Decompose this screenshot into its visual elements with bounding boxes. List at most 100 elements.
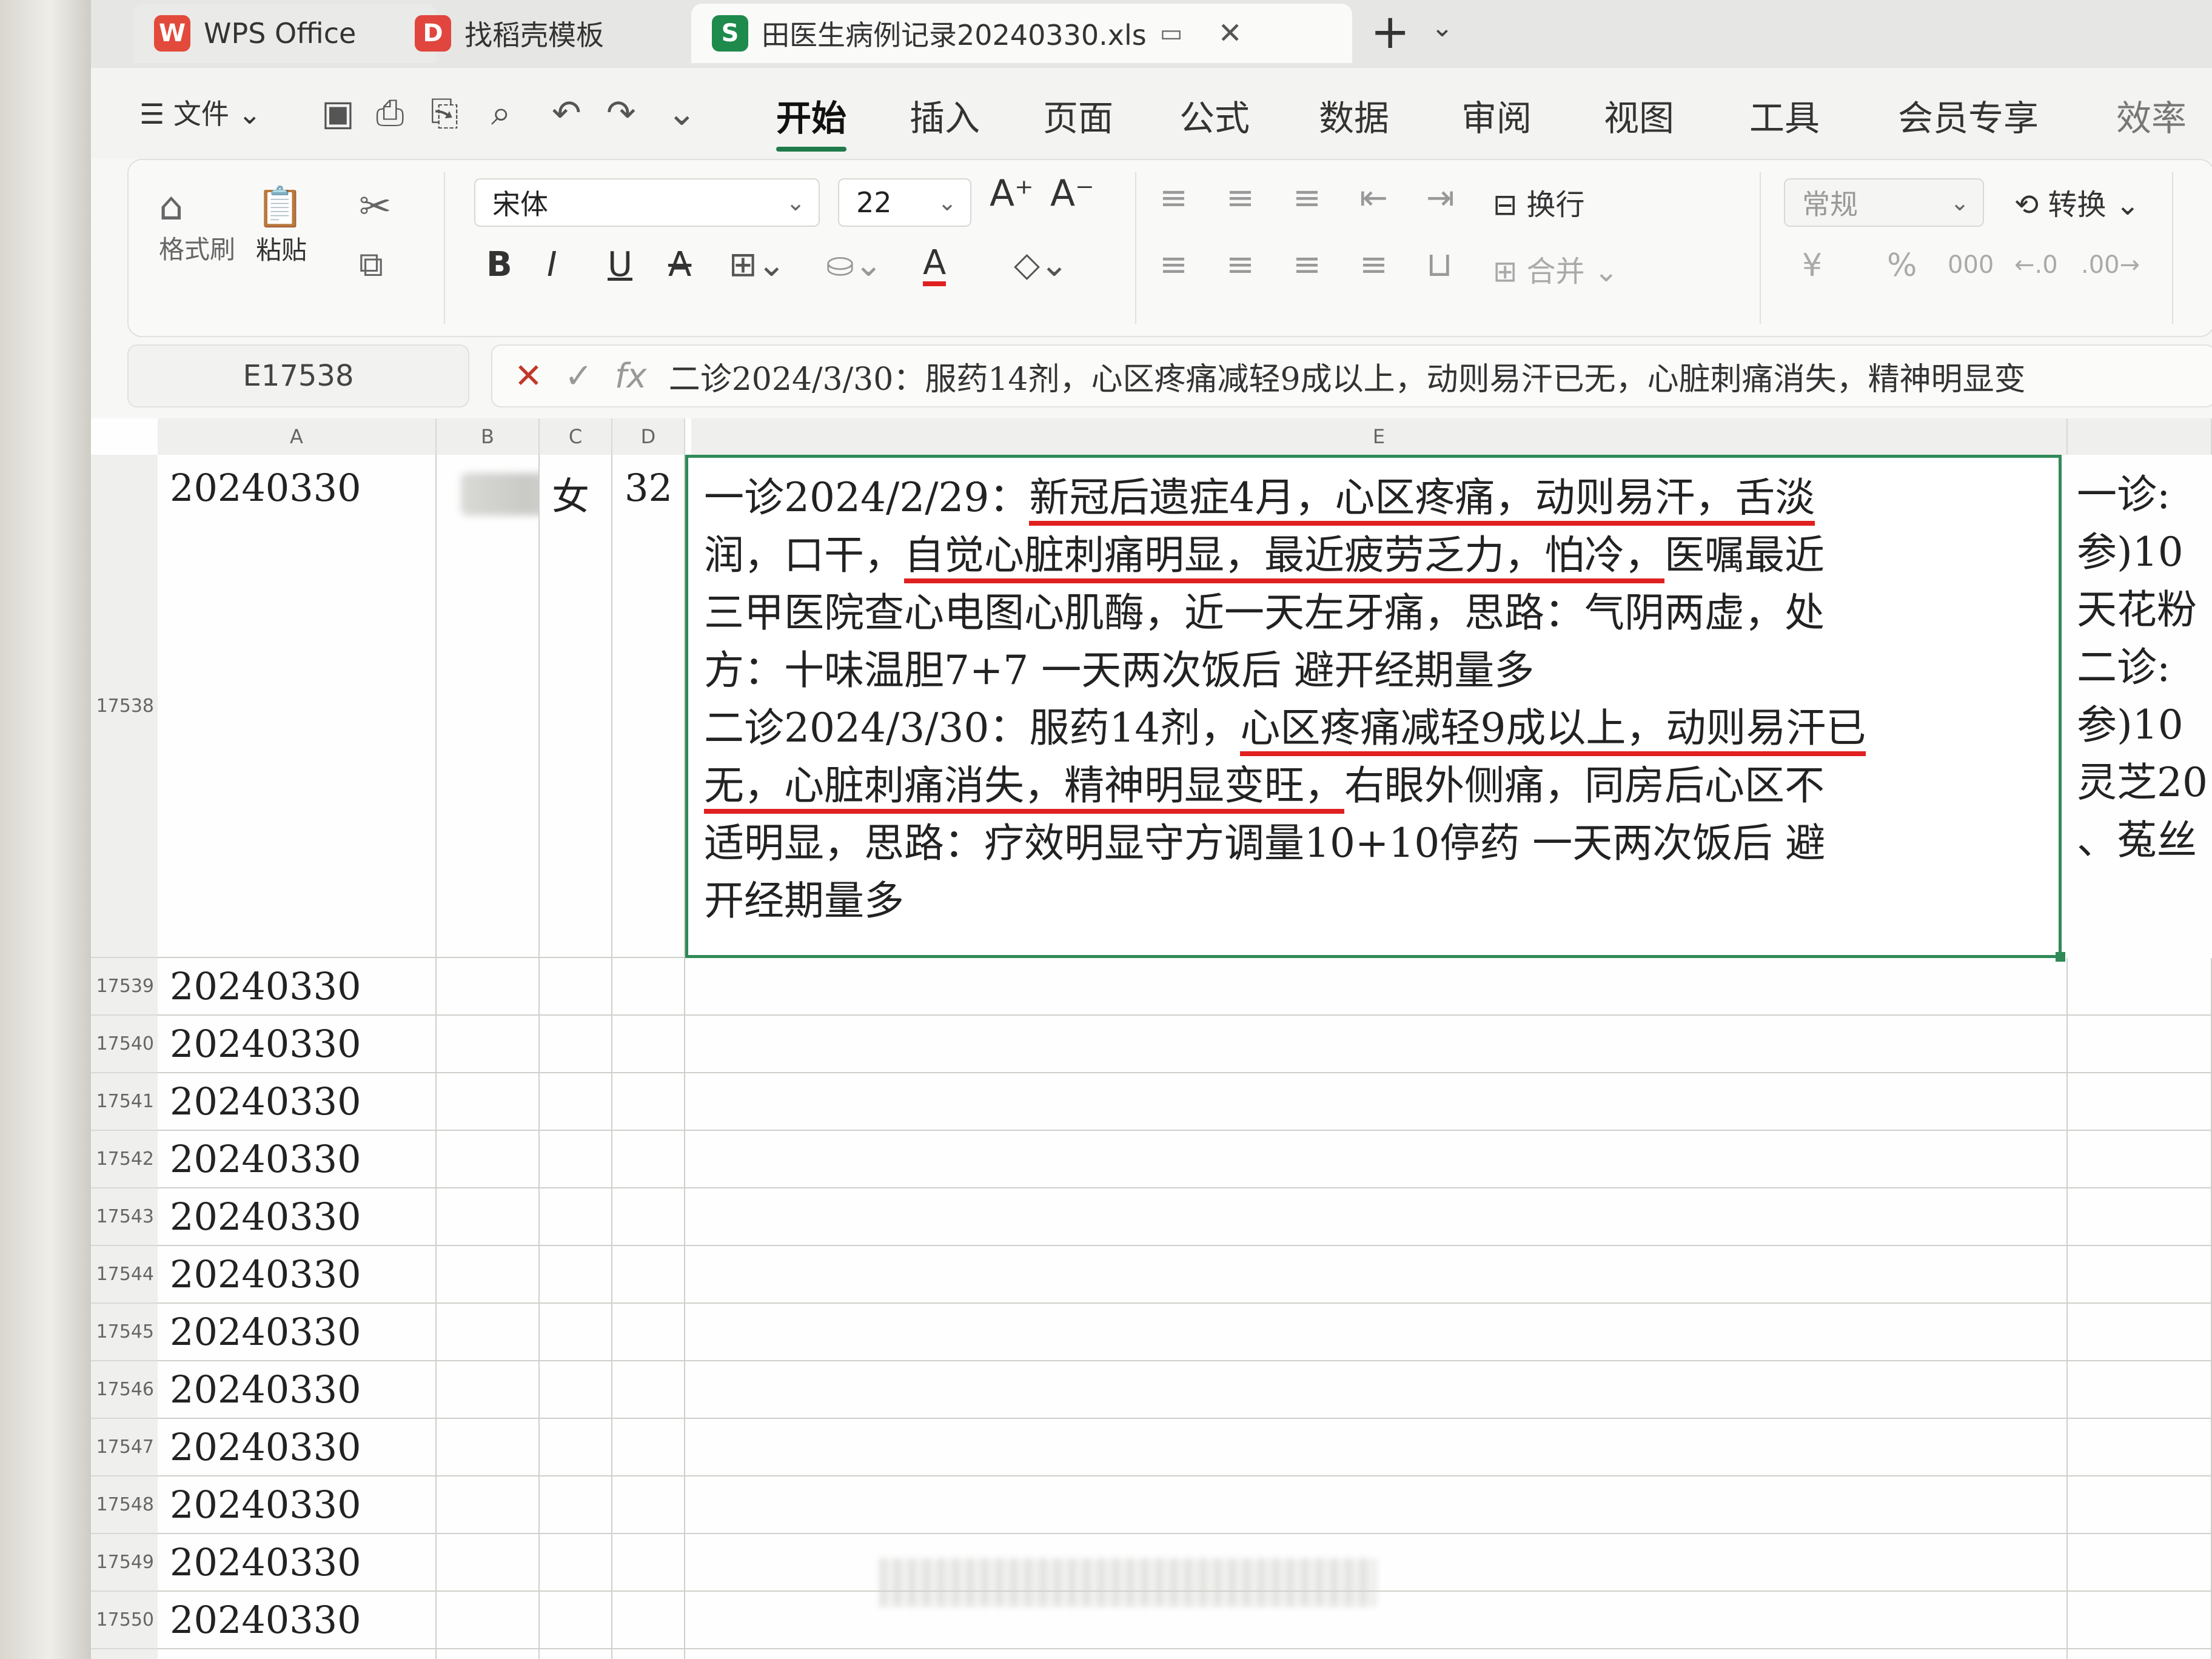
increase-font-button[interactable]: A⁺ bbox=[990, 172, 1034, 215]
distribute-icon[interactable]: ⊔ bbox=[1426, 245, 1453, 284]
empty-cell[interactable] bbox=[437, 1073, 540, 1131]
row-header[interactable]: 17545 bbox=[91, 1304, 158, 1361]
date-cell[interactable]: 20240330 bbox=[158, 1188, 437, 1246]
empty-cell[interactable] bbox=[612, 1188, 685, 1246]
row-header[interactable]: 17541 bbox=[91, 1073, 158, 1131]
empty-cell[interactable] bbox=[685, 1131, 2068, 1188]
spreadsheet-grid[interactable]: A B C E 17538 20240330 女 一诊2024/2/29：新冠后… bbox=[91, 418, 2212, 1659]
empty-cell[interactable] bbox=[612, 1073, 685, 1131]
empty-cell[interactable] bbox=[2068, 1419, 2212, 1476]
empty-cell[interactable] bbox=[437, 1246, 540, 1304]
menu-view[interactable]: 视图 bbox=[1604, 90, 1674, 141]
print-icon[interactable]: ⎘ bbox=[431, 92, 458, 134]
thousands-button[interactable]: 000 bbox=[1948, 251, 1994, 279]
empty-cell[interactable] bbox=[2068, 1131, 2212, 1188]
empty-cell[interactable] bbox=[2068, 1361, 2212, 1419]
cancel-icon[interactable]: ✕ bbox=[514, 357, 543, 396]
chevron-down-icon[interactable]: ⌄ bbox=[1431, 12, 1453, 43]
monitor-icon[interactable]: ▭ bbox=[1160, 19, 1183, 47]
empty-cell[interactable] bbox=[2068, 1304, 2212, 1361]
empty-cell[interactable] bbox=[437, 1476, 540, 1534]
name-box[interactable]: E17538 bbox=[127, 344, 469, 407]
border-icon[interactable]: ⊞⌄ bbox=[729, 245, 786, 284]
date-cell[interactable]: 20240330 bbox=[158, 1419, 437, 1476]
cut-button[interactable]: ✂ bbox=[359, 184, 392, 229]
menu-member[interactable]: 会员专享 bbox=[1898, 90, 2039, 141]
empty-cell[interactable] bbox=[540, 1131, 612, 1188]
empty-cell[interactable] bbox=[437, 1188, 540, 1246]
chevron-down-icon[interactable]: ⌄ bbox=[667, 92, 697, 133]
empty-cell[interactable] bbox=[612, 1016, 685, 1073]
indent-decrease-icon[interactable]: ⇤ bbox=[1359, 178, 1388, 218]
empty-cell[interactable] bbox=[540, 1016, 612, 1073]
align-center-icon[interactable]: ≡ bbox=[1226, 245, 1255, 284]
column-header-f[interactable] bbox=[2068, 418, 2212, 455]
font-size-select[interactable]: 22 ⌄ bbox=[838, 178, 971, 227]
empty-cell[interactable] bbox=[2068, 958, 2212, 1016]
gender-cell[interactable]: 女 bbox=[540, 455, 612, 958]
empty-cell[interactable] bbox=[437, 1419, 540, 1476]
row-header[interactable]: 17546 bbox=[91, 1361, 158, 1419]
date-cell[interactable]: 20240330 bbox=[158, 1304, 437, 1361]
empty-cell[interactable] bbox=[540, 1188, 612, 1246]
number-format-select[interactable]: 常规 ⌄ bbox=[1784, 178, 1984, 227]
menu-formula[interactable]: 公式 bbox=[1179, 90, 1250, 141]
empty-cell[interactable] bbox=[612, 958, 685, 1016]
column-header-a[interactable]: A bbox=[158, 418, 437, 455]
save-icon[interactable]: ▣ bbox=[321, 92, 355, 133]
italic-button[interactable]: I bbox=[547, 245, 557, 284]
empty-cell[interactable] bbox=[540, 1649, 612, 1659]
column-header-c[interactable]: C bbox=[540, 418, 612, 455]
paste-button[interactable]: 📋 粘贴 bbox=[256, 184, 307, 267]
empty-cell[interactable] bbox=[685, 1016, 2068, 1073]
menu-review[interactable]: 审阅 bbox=[1461, 90, 1532, 141]
empty-cell[interactable] bbox=[612, 1476, 685, 1534]
confirm-icon[interactable]: ✓ bbox=[565, 357, 593, 396]
menu-insert[interactable]: 插入 bbox=[910, 90, 980, 141]
merge-cells-button[interactable]: ⊞ 合并 ⌄ bbox=[1493, 247, 1618, 290]
menu-page[interactable]: 页面 bbox=[1043, 90, 1113, 141]
empty-cell[interactable] bbox=[2068, 1016, 2212, 1073]
empty-cell[interactable] bbox=[685, 958, 2068, 1016]
date-cell[interactable]: 20240330 bbox=[158, 1131, 437, 1188]
empty-cell[interactable] bbox=[437, 1304, 540, 1361]
column-header-d[interactable]: D bbox=[612, 418, 685, 455]
strikethrough-button[interactable]: A bbox=[668, 245, 691, 284]
empty-cell[interactable] bbox=[612, 1419, 685, 1476]
decimal-decrease-icon[interactable]: .00→ bbox=[2081, 251, 2140, 279]
empty-cell[interactable] bbox=[612, 1649, 685, 1659]
bold-button[interactable]: B bbox=[486, 245, 512, 284]
empty-cell[interactable] bbox=[437, 1592, 540, 1649]
eraser-icon[interactable]: ◇⌄ bbox=[1014, 245, 1068, 284]
date-cell[interactable]: 20240330 bbox=[158, 1361, 437, 1419]
empty-cell[interactable] bbox=[540, 1534, 612, 1592]
align-right-icon[interactable]: ≡ bbox=[1293, 245, 1321, 284]
row-header[interactable]: 17543 bbox=[91, 1188, 158, 1246]
date-cell[interactable]: 20240330 bbox=[158, 1073, 437, 1131]
menu-efficiency[interactable]: 效率 bbox=[2116, 90, 2187, 141]
empty-cell[interactable] bbox=[685, 1649, 2068, 1659]
empty-cell[interactable] bbox=[685, 1476, 2068, 1534]
empty-cell[interactable] bbox=[685, 1419, 2068, 1476]
indent-increase-icon[interactable]: ⇥ bbox=[1426, 178, 1455, 218]
column-header-e[interactable]: E bbox=[691, 418, 2068, 455]
empty-cell[interactable] bbox=[437, 1131, 540, 1188]
font-color-button[interactable]: A bbox=[923, 245, 947, 286]
date-cell[interactable]: 20240330 bbox=[158, 1246, 437, 1304]
empty-cell[interactable] bbox=[685, 1592, 2068, 1649]
medical-record-cell[interactable]: 一诊2024/2/29：新冠后遗症4月，心区疼痛，动则易汗，舌淡 润，口干，自觉心… bbox=[685, 455, 2062, 958]
date-cell[interactable]: 20240330 bbox=[158, 1649, 437, 1659]
tab-active-document[interactable]: S 田医生病例记录20240330.xls ▭ ✕ bbox=[691, 4, 1352, 63]
copy-button[interactable]: ⧉ bbox=[359, 245, 383, 285]
empty-cell[interactable] bbox=[540, 1246, 612, 1304]
redo-icon[interactable]: ↷ bbox=[606, 92, 636, 133]
row-header[interactable]: 17540 bbox=[91, 1016, 158, 1073]
empty-cell[interactable] bbox=[612, 1304, 685, 1361]
empty-cell[interactable] bbox=[540, 1592, 612, 1649]
menu-tools[interactable]: 工具 bbox=[1749, 90, 1820, 141]
empty-cell[interactable] bbox=[540, 1419, 612, 1476]
row-header[interactable]: 17539 bbox=[91, 958, 158, 1016]
empty-cell[interactable] bbox=[540, 1476, 612, 1534]
decrease-font-button[interactable]: A⁻ bbox=[1050, 172, 1094, 215]
empty-cell[interactable] bbox=[612, 1131, 685, 1188]
